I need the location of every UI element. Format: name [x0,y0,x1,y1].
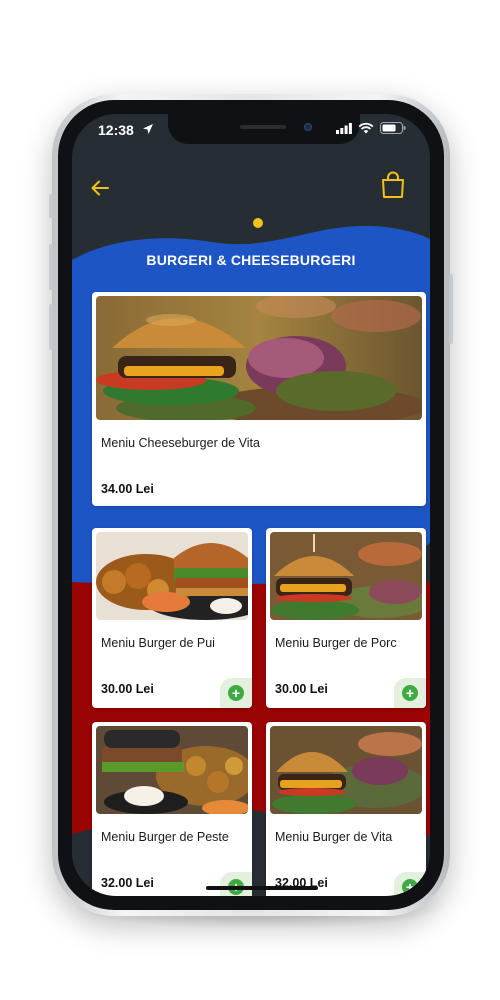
app-topbar [72,171,430,214]
volume-down-button [49,304,53,350]
add-to-cart-button[interactable]: + [220,872,252,896]
add-to-cart-button[interactable]: + [394,872,426,896]
phone-frame: 12:38 BURGERI & CHEESEBURGERI Meniu Chee… [49,94,453,916]
silent-switch [49,194,53,218]
power-button [449,274,453,344]
plus-icon: + [228,685,244,701]
product-photo [270,726,422,814]
back-button[interactable] [86,174,114,202]
add-to-cart-button[interactable]: + [394,678,426,708]
plus-icon: + [402,879,418,895]
status-icons [336,122,406,134]
product-card[interactable]: Meniu Burger de Pui 30.00 Lei + [92,528,252,708]
cart-button[interactable] [378,168,408,202]
product-photo [96,296,422,420]
product-photo [270,532,422,620]
product-name: Meniu Cheeseburger de Vita [101,436,260,450]
status-bar: 12:38 [72,114,430,144]
product-card[interactable]: Meniu Burger de Porc 30.00 Lei + [266,528,426,708]
product-price: 32.00 Lei [101,876,154,890]
status-time: 12:38 [98,122,134,138]
volume-up-button [49,244,53,290]
phone-bezel: 12:38 BURGERI & CHEESEBURGERI Meniu Chee… [58,100,444,910]
plus-icon: + [402,685,418,701]
product-price: 30.00 Lei [101,682,154,696]
product-name: Meniu Burger de Porc [275,636,397,650]
product-card[interactable]: Meniu Cheeseburger de Vita 34.00 Lei [92,292,426,506]
product-photo [96,532,248,620]
product-photo [96,726,248,814]
shopping-bag-icon [382,171,404,198]
product-price: 30.00 Lei [275,682,328,696]
add-to-cart-button[interactable]: + [220,678,252,708]
home-indicator [206,886,318,890]
arrow-left-icon [91,180,109,196]
page-indicator-dot [253,218,263,228]
product-name: Meniu Burger de Peste [101,830,229,844]
product-name: Meniu Burger de Vita [275,830,393,844]
wifi-icon [358,122,374,134]
app-screen: 12:38 BURGERI & CHEESEBURGERI Meniu Chee… [72,114,430,896]
battery-icon [380,122,406,134]
product-card[interactable]: Meniu Burger de Peste 32.00 Lei + [92,722,252,896]
location-arrow-icon [143,124,153,134]
product-name: Meniu Burger de Pui [101,636,215,650]
category-title: BURGERI & CHEESEBURGERI [146,252,356,268]
cellular-signal-icon [336,122,352,134]
product-card[interactable]: Meniu Burger de Vita 32.00 Lei + [266,722,426,896]
product-price: 34.00 Lei [101,482,154,496]
